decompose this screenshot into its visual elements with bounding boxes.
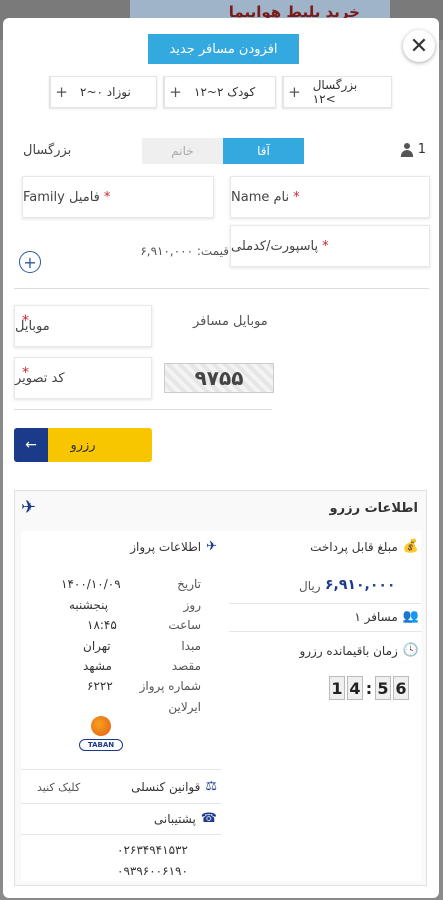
- first-name-field[interactable]: * نام Name: [230, 176, 430, 218]
- payable-label: مبلغ قابل پرداخت: [310, 539, 398, 554]
- add-passenger-button[interactable]: افزودن مسافر جدید: [148, 34, 299, 64]
- passenger-type-label: بزرگسال: [23, 143, 72, 158]
- book-button[interactable]: ← رزرو: [14, 428, 152, 462]
- passenger-modal: ✕ افزودن مسافر جدید + ۲~۰ نوزاد + کودک ۲…: [3, 18, 439, 898]
- support-phone-1[interactable]: ۰۲۶۳۴۹۴۱۵۳۲: [117, 843, 188, 857]
- flight-info-column: اطلاعات پرواز ✈ تاریخ ۱۴۰۰/۱۰/۰۹ روز پنج…: [21, 531, 221, 881]
- airline-label: ایرلاین: [168, 700, 201, 714]
- flight-number-value: ۶۲۲۲: [87, 679, 113, 693]
- destination-label: مقصد: [171, 659, 201, 673]
- book-button-label: رزرو: [70, 437, 96, 453]
- required-mark: *: [22, 313, 29, 329]
- airplane-icon: ✈: [21, 497, 37, 518]
- captcha-field[interactable]: کد تصویر: [14, 357, 152, 399]
- origin-value: تهران: [83, 639, 111, 653]
- support-phone-2[interactable]: ۰۹۳۹۶۰۰۶۱۹۰: [117, 864, 188, 878]
- consular-rules-row: قوانین کنسلی ⚖: [131, 779, 217, 794]
- consular-rules-link[interactable]: کلیک کنید: [37, 781, 80, 794]
- adult-type-label: بزرگسال ۱۲<: [312, 78, 358, 106]
- passport-field[interactable]: * پاسپورت/کدملی: [230, 225, 430, 267]
- captcha-image: ۹۷۵۵: [164, 363, 274, 393]
- support-label: پشتیبانی: [153, 811, 196, 826]
- airline-logo: TABAN: [75, 716, 125, 756]
- date-label: تاریخ: [177, 577, 201, 591]
- divider: [229, 631, 421, 632]
- payable-unit: ریال: [299, 579, 321, 593]
- last-name-field[interactable]: * فامیل Family: [22, 176, 214, 218]
- day-value: پنجشنبه: [69, 598, 109, 612]
- countdown-timer: 1 4 : 5 6: [329, 676, 409, 700]
- timer-digit: 1: [329, 676, 345, 700]
- divider: [14, 288, 429, 289]
- divider: [14, 409, 272, 410]
- support-row: پشتیبانی ☎: [154, 811, 217, 826]
- plus-icon: +: [50, 77, 72, 107]
- payable-header: مبلغ قابل پرداخت 💰: [310, 539, 419, 554]
- passenger-type-row: + ۲~۰ نوزاد + کودک ۲~۱۲ + بزرگسال ۱۲<: [49, 76, 392, 108]
- date-value: ۱۴۰۰/۱۰/۰۹: [61, 577, 121, 591]
- required-mark: *: [22, 365, 29, 381]
- remaining-time-row: زمان باقیمانده رزرو 🕓: [299, 643, 419, 658]
- required-mark: *: [322, 238, 329, 254]
- consular-rules-label: قوانین کنسلی: [131, 779, 201, 794]
- infant-label: ۲~۰ نوزاد: [80, 85, 131, 99]
- timer-digit: 6: [393, 676, 409, 700]
- destination-value: مشهد: [83, 659, 112, 673]
- remaining-time-label: زمان باقیمانده رزرو: [299, 643, 398, 658]
- arrow-left-icon: ←: [14, 428, 48, 462]
- last-name-placeholder: فامیل Family: [23, 189, 100, 205]
- passenger-count-row: ۱ مسافر 👥: [354, 609, 419, 624]
- gender-toggle: خانم آقا: [142, 138, 304, 164]
- airplane-icon: ✈: [206, 539, 217, 554]
- airline-logo-text: TABAN: [79, 739, 123, 751]
- origin-label: مبدا: [181, 639, 201, 653]
- add-child-button[interactable]: + کودک ۲~۱۲: [163, 76, 276, 108]
- divider: [21, 834, 221, 835]
- passenger-index: 1: [400, 142, 426, 157]
- flight-number-label: شماره پرواز: [139, 679, 201, 693]
- money-bag-icon: 💰: [402, 539, 419, 554]
- person-icon: [400, 142, 414, 157]
- booking-info-body: اطلاعات پرواز ✈ تاریخ ۱۴۰۰/۱۰/۰۹ روز پنج…: [21, 531, 421, 881]
- plus-icon: +: [283, 77, 305, 107]
- passenger-number: 1: [417, 142, 426, 157]
- timer-digit: 5: [375, 676, 391, 700]
- timer-digit: 4: [347, 676, 363, 700]
- payable-amount: ۶,۹۱۰,۰۰۰: [325, 577, 396, 593]
- scale-icon: ⚖: [205, 779, 217, 794]
- mobile-label: موبایل مسافر: [193, 314, 268, 329]
- payment-info-column: مبلغ قابل پرداخت 💰 ۶,۹۱۰,۰۰۰ ریال ۱ مساف…: [229, 531, 421, 881]
- add-adult-button[interactable]: + بزرگسال ۱۲<: [282, 76, 392, 108]
- clock-icon: 🕓: [402, 643, 419, 658]
- passenger-count: ۱ مسافر: [354, 609, 398, 624]
- required-mark: *: [103, 189, 111, 205]
- mobile-placeholder: موبایل: [15, 318, 50, 334]
- flight-info-header: اطلاعات پرواز ✈: [130, 539, 217, 554]
- close-icon[interactable]: ✕: [403, 30, 435, 62]
- people-icon: 👥: [402, 609, 419, 624]
- divider: [229, 603, 421, 604]
- day-label: روز: [183, 598, 201, 612]
- mobile-field[interactable]: موبایل: [14, 305, 152, 347]
- time-label: ساعت: [168, 618, 201, 632]
- add-infant-button[interactable]: + ۲~۰ نوزاد: [49, 76, 157, 108]
- plus-icon: +: [164, 77, 186, 107]
- gender-male-option[interactable]: آقا: [223, 138, 304, 164]
- airline-logo-mark: [91, 716, 111, 736]
- flight-info-label: اطلاعات پرواز: [130, 539, 202, 554]
- child-label: کودک ۲~۱۲: [194, 85, 256, 99]
- divider: [21, 803, 221, 804]
- booking-info-panel: ✈ اطلاعات رزرو اطلاعات پرواز ✈ تاریخ ۱۴۰…: [14, 490, 427, 886]
- divider: [21, 769, 221, 770]
- required-mark: *: [293, 189, 300, 205]
- first-name-placeholder: نام Name: [231, 189, 290, 205]
- passenger-price: قیمت: ۶,۹۱۰,۰۰۰: [140, 244, 229, 258]
- phone-icon: ☎: [200, 811, 217, 826]
- timer-separator: :: [365, 678, 373, 698]
- gender-female-option[interactable]: خانم: [142, 138, 223, 164]
- time-value: ۱۸:۴۵: [87, 618, 117, 632]
- booking-info-title: اطلاعات رزرو: [329, 501, 418, 516]
- plus-circle-icon[interactable]: +: [19, 251, 41, 273]
- passport-placeholder: پاسپورت/کدملی: [231, 238, 319, 254]
